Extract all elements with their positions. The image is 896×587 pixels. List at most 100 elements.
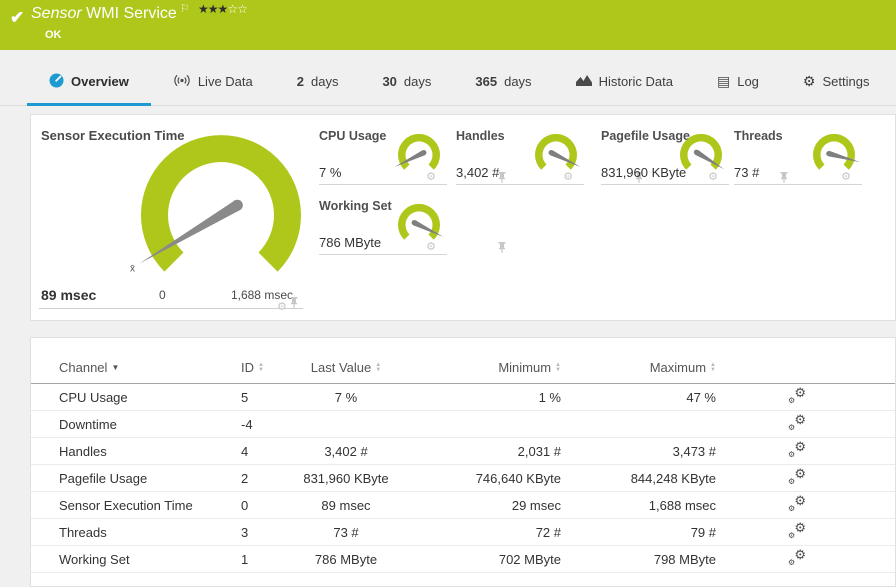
cell-maximum: 79 # xyxy=(690,524,716,540)
cell-last-value: 786 MByte xyxy=(314,551,378,567)
column-header-id[interactable]: ID ▲ ▼ xyxy=(241,360,271,375)
cell-maximum: 844,248 KByte xyxy=(630,470,716,486)
cell-id: 0 xyxy=(241,497,249,513)
table-row-handles: Handles 4 3,402 # 2,031 # 3,473 # ⚙ ⚙ xyxy=(31,438,895,465)
priority-star-filled-icon[interactable]: ★ xyxy=(218,2,229,16)
main-gauge-scale-min: 0 xyxy=(159,288,166,302)
channel-settings-icon[interactable]: ⚙ ⚙ xyxy=(788,521,806,540)
priority-star-empty-icon[interactable]: ☆ xyxy=(237,2,248,16)
tab-30-days[interactable]: 30 days xyxy=(360,58,453,105)
tab-number: 30 xyxy=(382,74,397,89)
tab-settings[interactable]: ⚙ Settings xyxy=(781,58,892,105)
cpu-usage-gauge-cell: CPU Usage 7 % ⚙ xyxy=(319,129,506,185)
gauge-gear-icon[interactable]: ⚙ xyxy=(426,172,436,183)
sensor-name: WMI Service xyxy=(86,5,177,22)
main-gauge-divider xyxy=(39,308,303,309)
priority-star-filled-icon[interactable]: ★ xyxy=(198,2,209,16)
tab-365-days[interactable]: 365 days xyxy=(453,58,553,105)
tab-label: Log xyxy=(737,74,759,89)
cell-minimum: 702 MByte xyxy=(498,551,561,567)
cell-last-value: 89 msec xyxy=(321,497,371,513)
cell-maximum: 3,473 # xyxy=(672,443,716,459)
cell-channel: Working Set xyxy=(59,551,130,567)
historic-data-icon xyxy=(575,74,592,89)
cell-last-value: 7 % xyxy=(334,389,358,405)
cell-maximum: 47 % xyxy=(686,389,716,405)
column-label: Maximum xyxy=(649,360,707,375)
sensor-header: ✔ Sensor WMI Service ⚐ ★★★☆☆ OK xyxy=(0,0,896,50)
sensor-execution-time-gauge: x̄ xyxy=(111,131,331,306)
gauges-panel: Sensor Execution Time x̄ 89 msec 0 1,688… xyxy=(30,114,896,321)
column-header-minimum[interactable]: Minimum ▲ ▼ xyxy=(421,360,561,375)
threads-gauge-cell: Threads 73 # ⚙ xyxy=(734,129,862,185)
cell-maximum: 1,688 msec xyxy=(648,497,716,513)
table-row-cpu-usage: CPU Usage 5 7 % 1 % 47 % ⚙ ⚙ xyxy=(31,384,895,411)
column-header-last-value[interactable]: Last Value ▲ ▼ xyxy=(271,360,421,375)
priority-star-filled-icon[interactable]: ★ xyxy=(208,2,219,16)
tab-label: Overview xyxy=(71,74,129,89)
channel-settings-icon[interactable]: ⚙ ⚙ xyxy=(788,413,806,432)
priority-stars[interactable]: ★★★☆☆ xyxy=(198,2,248,16)
handles-gauge-cell: Handles 3,402 # ⚙ xyxy=(456,129,643,185)
gauge-icon xyxy=(49,73,64,91)
cell-id: 4 xyxy=(241,443,249,459)
column-label: ID xyxy=(241,360,254,375)
cell-id: 1 xyxy=(241,551,249,567)
tab-bar: Overview Live Data 2 days 30 days 365 days Histo… xyxy=(0,58,896,106)
table-row-sensor-execution-time: Sensor Execution Time 0 89 msec 29 msec … xyxy=(31,492,895,519)
cell-id: 5 xyxy=(241,389,249,405)
tab-live-data[interactable]: Live Data xyxy=(151,58,275,105)
column-header-channel[interactable]: Channel ▼ xyxy=(59,360,241,375)
cell-id: -4 xyxy=(241,416,253,432)
channel-settings-icon[interactable]: ⚙ ⚙ xyxy=(788,548,806,567)
gauge-value: 786 MByte xyxy=(319,235,382,250)
channel-settings-icon[interactable]: ⚙ ⚙ xyxy=(788,440,806,459)
cell-channel: Downtime xyxy=(59,416,117,432)
tab-log[interactable]: ▤ Log xyxy=(695,58,781,105)
gauge-title: Handles xyxy=(456,129,505,143)
table-header-row: Channel ▼ ID ▲ ▼ Last Value ▲ ▼ Minimum ▲ ▼ Maximum… xyxy=(31,352,895,384)
tab-overview[interactable]: Overview xyxy=(27,58,151,106)
favorite-flag-icon[interactable]: ⚐ xyxy=(180,2,190,15)
gauge-gear-icon[interactable]: ⚙ xyxy=(563,172,573,183)
cell-minimum: 29 msec xyxy=(511,497,561,513)
column-label: Last Value xyxy=(310,360,372,375)
cell-minimum: 72 # xyxy=(535,524,561,540)
column-label: Channel xyxy=(59,360,108,375)
sort-desc-icon: ▼ xyxy=(111,363,120,372)
tab-number: 365 xyxy=(475,74,498,89)
table-row-threads: Threads 3 73 # 72 # 79 # ⚙ ⚙ xyxy=(31,519,895,546)
cell-minimum: 2,031 # xyxy=(517,443,561,459)
cell-maximum: 798 MByte xyxy=(653,551,716,567)
channel-settings-icon[interactable]: ⚙ ⚙ xyxy=(788,494,806,513)
priority-star-empty-icon[interactable]: ☆ xyxy=(227,2,238,16)
gauge-value: 7 % xyxy=(319,165,342,180)
tab-number: 2 xyxy=(296,74,304,89)
tab-historic-data[interactable]: Historic Data xyxy=(554,58,695,105)
table-row-pagefile-usage: Pagefile Usage 2 831,960 KByte 746,640 K… xyxy=(31,465,895,492)
cell-id: 3 xyxy=(241,524,249,540)
gauge-gear-icon[interactable]: ⚙ xyxy=(841,172,851,183)
gauge-gear-icon[interactable]: ⚙ xyxy=(426,242,436,253)
channel-settings-icon[interactable]: ⚙ ⚙ xyxy=(788,386,806,405)
gauge-gear-icon[interactable]: ⚙ xyxy=(708,172,718,183)
status-badge: OK xyxy=(45,29,62,41)
tab-label: Settings xyxy=(822,74,870,89)
cell-minimum: 746,640 KByte xyxy=(475,470,561,486)
sort-icon: ▲ ▼ xyxy=(710,361,716,373)
channel-settings-icon[interactable]: ⚙ ⚙ xyxy=(788,467,806,486)
table-row-downtime: Downtime -4 ⚙ ⚙ xyxy=(31,411,895,438)
cell-channel: Handles xyxy=(59,443,107,459)
tab-label: days xyxy=(504,74,532,89)
gauge-title: CPU Usage xyxy=(319,129,387,143)
log-icon: ▤ xyxy=(716,73,731,89)
sensor-kind-label: Sensor xyxy=(31,5,82,22)
column-header-maximum[interactable]: Maximum ▲ ▼ xyxy=(561,360,726,375)
average-marker: x̄ xyxy=(130,264,135,275)
column-label: Minimum xyxy=(498,360,552,375)
tab-2-days[interactable]: 2 days xyxy=(275,58,361,105)
channels-table-panel: Channel ▼ ID ▲ ▼ Last Value ▲ ▼ Minimum ▲ ▼ Maximum… xyxy=(30,337,896,587)
tab-label: Live Data xyxy=(197,74,253,89)
tab-label: days xyxy=(403,74,432,89)
gauge-pin-icon[interactable] xyxy=(290,295,298,313)
